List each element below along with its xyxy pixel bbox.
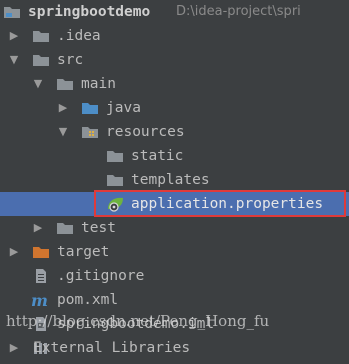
tree-label-java: java (106, 100, 141, 116)
expand-arrow-icon[interactable]: ▶ (8, 336, 20, 360)
tree-row-resources[interactable]: ▼ resources (0, 120, 349, 144)
tree-label-iml: springbootdemo.iml (57, 316, 215, 332)
folder-icon (32, 28, 50, 44)
folder-icon (32, 52, 50, 68)
text-file-icon (32, 268, 50, 284)
tree-label-target: target (57, 244, 110, 260)
tree-label-application-properties: application.properties (131, 196, 324, 212)
tree-row-external-libraries[interactable]: ▶ External Libraries (0, 336, 349, 360)
tree-row-pom[interactable]: m pom.xml (0, 288, 349, 312)
tree-label-resources: resources (106, 124, 185, 140)
tree-row-src[interactable]: ▼ src (0, 48, 349, 72)
folder-icon (106, 148, 124, 164)
tree-row-idea[interactable]: ▶ .idea (0, 24, 349, 48)
tree-row-static[interactable]: static (0, 144, 349, 168)
collapse-arrow-icon[interactable]: ▼ (32, 72, 44, 96)
excluded-folder-icon (32, 244, 50, 260)
folder-icon (106, 172, 124, 188)
maven-icon: m (31, 291, 49, 310)
folder-icon (56, 220, 74, 236)
module-file-icon (32, 316, 50, 332)
tree-row-target[interactable]: ▶ target (0, 240, 349, 264)
tree-row-iml[interactable]: springbootdemo.iml (0, 312, 349, 336)
source-folder-icon (81, 100, 99, 116)
expand-arrow-icon[interactable]: ▶ (32, 216, 44, 240)
spring-leaf-icon (106, 196, 124, 212)
tree-label-static: static (131, 148, 184, 164)
tree-row-test[interactable]: ▶ test (0, 216, 349, 240)
tree-row-main[interactable]: ▼ main (0, 72, 349, 96)
project-path: D:\idea-project\spri (176, 4, 301, 19)
expand-arrow-icon[interactable]: ▶ (8, 240, 20, 264)
tree-label-gitignore: .gitignore (57, 268, 145, 284)
tree-label-src: src (57, 52, 84, 68)
tree-label-pom: pom.xml (57, 292, 119, 308)
svg-text:m: m (31, 292, 48, 308)
tree-row-application-properties[interactable]: application.properties (0, 192, 349, 216)
tree-label-test: test (81, 220, 116, 236)
expand-arrow-icon[interactable]: ▶ (8, 24, 20, 48)
collapse-arrow-icon[interactable]: ▼ (57, 120, 69, 144)
project-name: springbootdemo (28, 4, 151, 20)
tree-row-project-root[interactable]: springbootdemo D:\idea-project\spri (0, 0, 349, 24)
tree-row-java[interactable]: ▶ java (0, 96, 349, 120)
expand-arrow-icon[interactable]: ▶ (57, 96, 69, 120)
project-tree: springbootdemo D:\idea-project\spri ▶ .i… (0, 0, 349, 356)
tree-label-templates: templates (131, 172, 210, 188)
tree-label-external-libraries: External Libraries (33, 340, 191, 356)
folder-icon (56, 76, 74, 92)
project-folder-icon (3, 4, 21, 20)
tree-row-gitignore[interactable]: .gitignore (0, 264, 349, 288)
collapse-arrow-icon[interactable]: ▼ (8, 48, 20, 72)
tree-label-idea: .idea (57, 28, 101, 44)
tree-label-main: main (81, 76, 116, 92)
resources-folder-icon (81, 124, 99, 140)
tree-row-templates[interactable]: templates (0, 168, 349, 192)
